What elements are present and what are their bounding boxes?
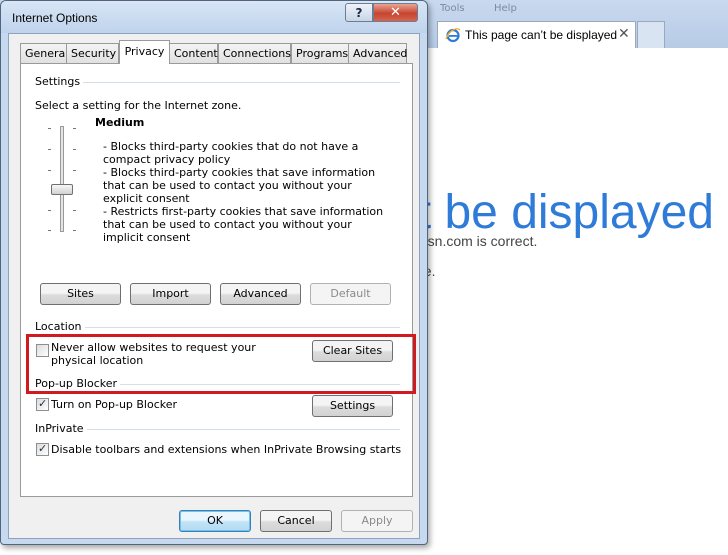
location-divider <box>35 327 400 328</box>
close-button[interactable]: ✕ <box>373 3 418 22</box>
cancel-button[interactable]: Cancel <box>260 510 332 532</box>
new-tab-button[interactable] <box>637 21 665 48</box>
inprivate-checkbox[interactable]: ✓ <box>36 442 49 456</box>
dialog-titlebar[interactable]: Internet Options ? ✕ <box>1 1 427 33</box>
zone-text: Select a setting for the Internet zone. <box>35 99 242 112</box>
privacy-level: Medium <box>95 116 145 129</box>
slider-tick <box>73 128 76 129</box>
tab-general[interactable]: General <box>20 43 68 63</box>
ie-logo-icon <box>445 28 461 43</box>
menu-tools[interactable]: Tools <box>440 3 465 14</box>
description-line: - Blocks third-party cookies that save i… <box>103 166 376 205</box>
clear-sites-button[interactable]: Clear Sites <box>312 340 393 362</box>
close-icon: ✕ <box>390 5 401 20</box>
sites-button[interactable]: Sites <box>40 283 121 305</box>
inprivate-divider <box>35 429 400 430</box>
dialog-client-area: General Security Privacy Content Connect… <box>8 33 420 539</box>
dialog-title: Internet Options <box>12 11 98 25</box>
import-button[interactable]: Import <box>130 283 211 305</box>
description-line: - Blocks third-party cookies that do not… <box>103 140 359 166</box>
slider-tick <box>48 210 51 211</box>
browser-tab-active[interactable]: This page can’t be displayed ✕ <box>437 21 636 48</box>
slider-tick <box>48 230 51 231</box>
slider-tick <box>73 170 76 171</box>
popup-blocker-checkbox-label: Turn on Pop-up Blocker <box>51 398 178 411</box>
menu-help[interactable]: Help <box>494 3 517 14</box>
slider-tick <box>48 149 51 150</box>
inprivate-header: InPrivate <box>35 422 87 435</box>
tab-close-icon[interactable]: ✕ <box>618 26 630 42</box>
default-button[interactable]: Default <box>310 283 391 305</box>
apply-button[interactable]: Apply <box>341 510 413 532</box>
location-header: Location <box>35 320 85 333</box>
popup-blocker-checkbox[interactable]: ✓ <box>36 397 49 411</box>
advanced-button[interactable]: Advanced <box>220 283 301 305</box>
slider-tick <box>48 170 51 171</box>
popup-header: Pop-up Blocker <box>35 377 121 390</box>
tab-connections[interactable]: Connections <box>218 43 291 63</box>
internet-options-dialog: Internet Options ? ✕ General Security Pr… <box>0 0 428 545</box>
description-line: - Restricts first-party cookies that sav… <box>103 205 384 244</box>
tab-content[interactable]: Content <box>169 43 218 63</box>
tab-title: This page can’t be displayed <box>465 28 618 42</box>
settings-divider <box>35 82 400 83</box>
location-checkbox[interactable] <box>36 344 49 357</box>
tab-programs[interactable]: Programs <box>291 43 349 63</box>
privacy-slider-track[interactable] <box>60 126 64 232</box>
popup-settings-button[interactable]: Settings <box>312 395 393 417</box>
checkmark-icon: ✓ <box>38 397 48 410</box>
help-button[interactable]: ? <box>345 3 373 22</box>
location-checkbox-label: Never allow websites to request your phy… <box>51 341 256 367</box>
tab-security[interactable]: Security <box>66 43 119 63</box>
help-icon: ? <box>355 5 363 20</box>
error-line-1: msn.com is correct. <box>416 233 538 249</box>
slider-tick <box>73 149 76 150</box>
privacy-slider-thumb[interactable] <box>51 184 73 195</box>
privacy-tab-panel: Settings Select a setting for the Intern… <box>20 63 413 497</box>
slider-tick <box>48 128 51 129</box>
slider-tick <box>73 230 76 231</box>
tab-privacy[interactable]: Privacy <box>119 40 170 64</box>
ok-button[interactable]: OK <box>179 510 251 532</box>
slider-tick <box>73 210 76 211</box>
tab-advanced[interactable]: Advanced <box>348 43 407 63</box>
browser-menu-bar: Tools Help <box>430 0 728 18</box>
checkmark-icon: ✓ <box>38 442 48 455</box>
privacy-level-description: - Blocks third-party cookies that do not… <box>103 140 393 244</box>
settings-header: Settings <box>35 75 84 88</box>
inprivate-checkbox-label: Disable toolbars and extensions when InP… <box>51 443 402 456</box>
